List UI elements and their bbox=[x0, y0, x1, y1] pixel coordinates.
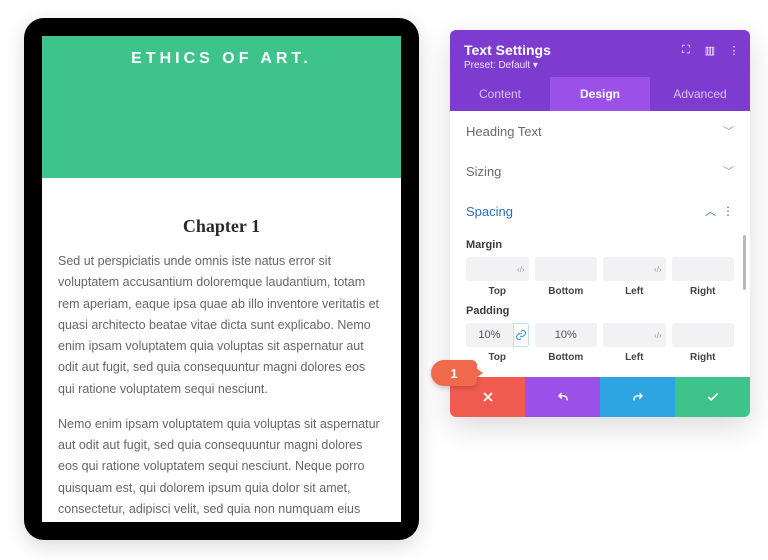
undo-icon bbox=[556, 390, 570, 404]
link-icon[interactable]: ‹/› bbox=[650, 323, 665, 347]
settings-panel: Text Settings Preset: Default ▾ ⛶ ▥ ⋮ Co… bbox=[450, 30, 750, 417]
padding-bottom-input[interactable] bbox=[535, 323, 598, 347]
scrollbar[interactable] bbox=[743, 235, 746, 290]
chevron-down-icon: ﹀ bbox=[723, 163, 734, 179]
undo-button[interactable] bbox=[525, 377, 600, 417]
link-icon[interactable]: ‹/› bbox=[513, 257, 528, 281]
section-spacing[interactable]: Spacing ︿⋮ bbox=[450, 191, 750, 231]
section-sizing[interactable]: Sizing ﹀ bbox=[450, 151, 750, 191]
hero-block: ETHICS OF ART. bbox=[42, 36, 401, 178]
margin-left-input[interactable] bbox=[603, 257, 650, 281]
close-icon bbox=[481, 390, 495, 404]
spacing-controls: Margin ‹/› ‹/› Top Bottom Left Right bbox=[450, 239, 750, 377]
padding-right-input[interactable] bbox=[672, 323, 735, 347]
margin-bottom-input[interactable] bbox=[535, 257, 598, 281]
callout-marker: 1 bbox=[431, 360, 477, 386]
paragraph: Nemo enim ipsam voluptatem quia voluptas… bbox=[58, 414, 385, 522]
padding-top-input[interactable] bbox=[466, 323, 513, 347]
preview-screen: ETHICS OF ART. Chapter 1 Sed ut perspici… bbox=[42, 36, 401, 522]
padding-left-input[interactable] bbox=[603, 323, 650, 347]
preset-selector[interactable]: Preset: Default ▾ bbox=[464, 60, 736, 71]
link-icon[interactable]: ‹/› bbox=[650, 257, 665, 281]
body-text: Sed ut perspiciatis unde omnis iste natu… bbox=[42, 251, 401, 522]
more-icon[interactable]: ⋮ bbox=[728, 44, 740, 56]
tab-advanced[interactable]: Advanced bbox=[650, 77, 750, 111]
redo-icon bbox=[631, 390, 645, 404]
tabs: Content Design Advanced bbox=[450, 77, 750, 111]
link-icon-active[interactable] bbox=[513, 323, 529, 347]
chevron-up-icon: ︿ bbox=[705, 206, 716, 218]
tab-content[interactable]: Content bbox=[450, 77, 550, 111]
padding-label: Padding bbox=[466, 305, 734, 317]
save-button[interactable] bbox=[675, 377, 750, 417]
action-bar bbox=[450, 377, 750, 417]
section-heading-text[interactable]: Heading Text ﹀ bbox=[450, 111, 750, 151]
margin-top-input[interactable] bbox=[466, 257, 513, 281]
tablet-preview-frame: ETHICS OF ART. Chapter 1 Sed ut perspici… bbox=[24, 18, 419, 540]
margin-label: Margin bbox=[466, 239, 734, 251]
paragraph: Sed ut perspiciatis unde omnis iste natu… bbox=[58, 251, 385, 400]
margin-right-input[interactable] bbox=[672, 257, 735, 281]
chevron-down-icon: ﹀ bbox=[723, 123, 734, 139]
check-icon bbox=[706, 390, 720, 404]
chapter-heading: Chapter 1 bbox=[42, 216, 401, 237]
grid-icon[interactable]: ▥ bbox=[704, 44, 716, 56]
panel-header: Text Settings Preset: Default ▾ ⛶ ▥ ⋮ bbox=[450, 30, 750, 77]
expand-icon[interactable]: ⛶ bbox=[680, 44, 692, 56]
hero-title: ETHICS OF ART. bbox=[52, 50, 391, 68]
redo-button[interactable] bbox=[600, 377, 675, 417]
tab-design[interactable]: Design bbox=[550, 77, 650, 111]
section-options-icon[interactable]: ⋮ bbox=[722, 204, 734, 218]
